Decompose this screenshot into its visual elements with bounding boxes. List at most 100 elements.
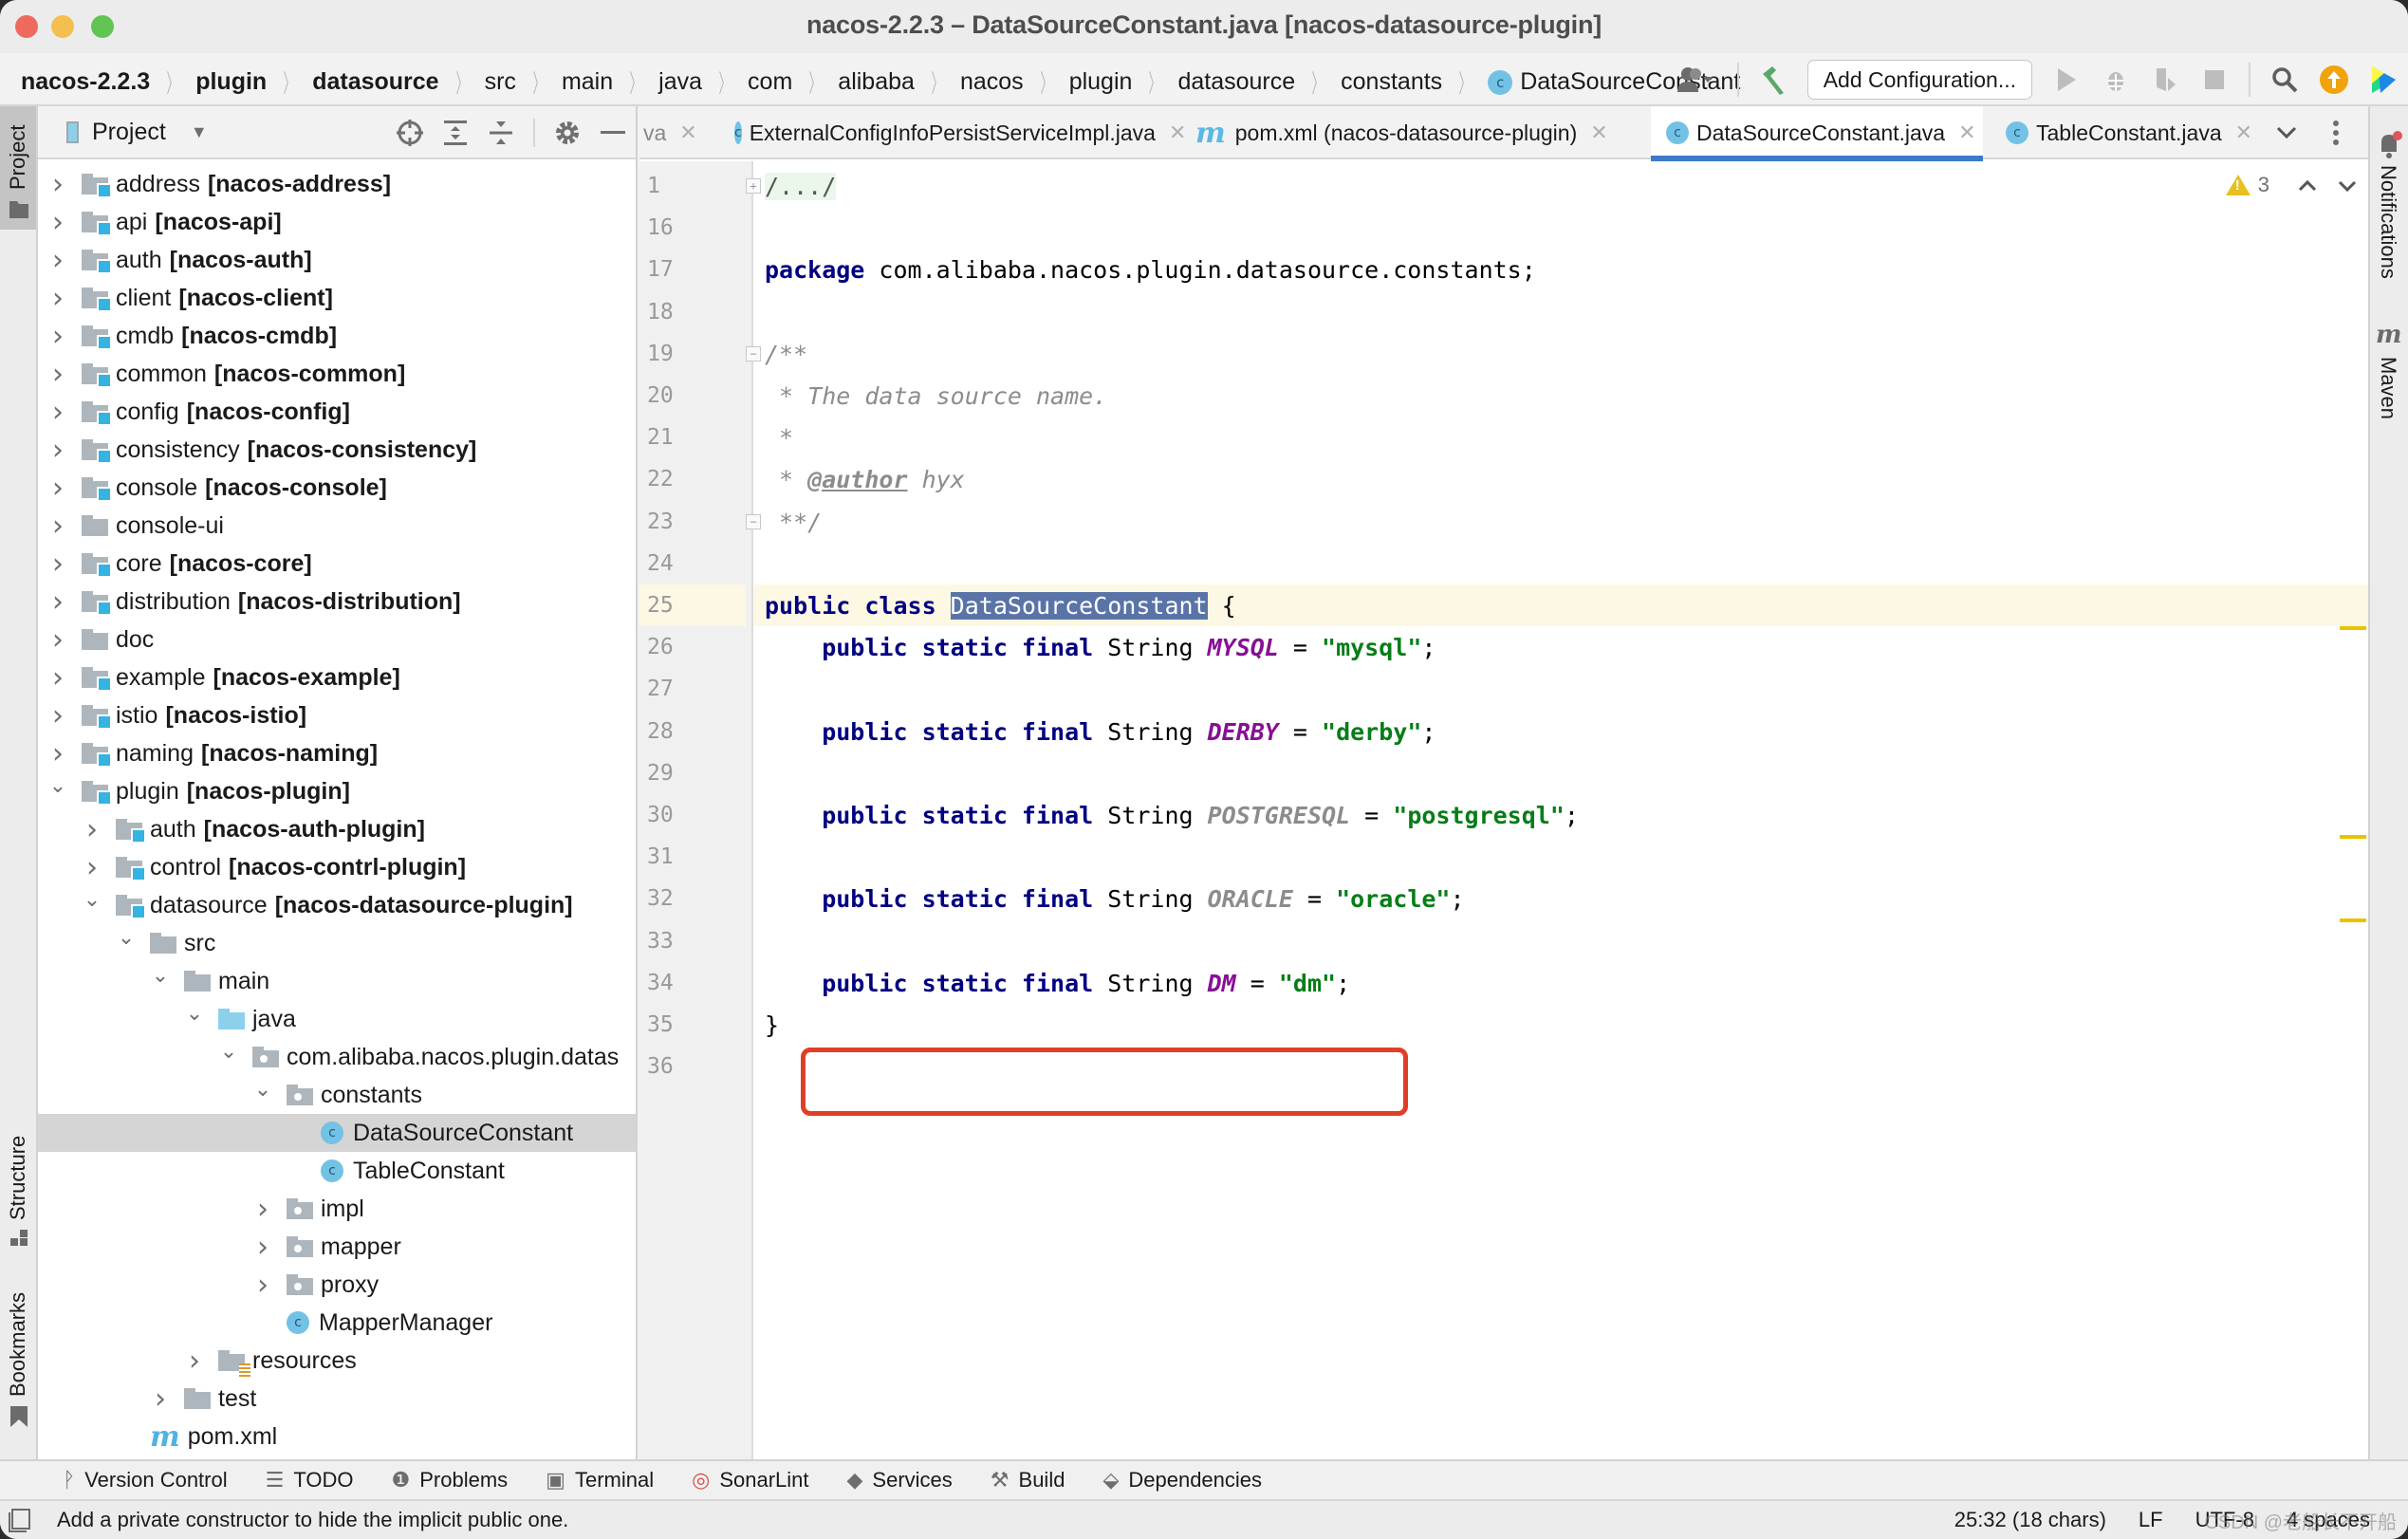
chevron-down-icon[interactable]: ⌄ [47,774,68,798]
stop-icon[interactable] [2195,61,2233,99]
tree-item[interactable]: › console-ui [38,507,636,545]
editor-tab[interactable]: c ExternalConfigInfoPersistServiceImpl.ja… [719,106,1186,159]
line-number[interactable]: 17 [647,249,704,290]
line-number[interactable]: 25 [639,584,746,626]
chevron-right-icon[interactable]: › [47,434,68,467]
build-hammer-icon[interactable] [1754,61,1792,99]
line-number[interactable]: 35 [647,1004,704,1046]
close-tab-icon[interactable]: ✕ [1590,121,1607,145]
chevron-right-icon[interactable]: › [47,661,68,695]
chevron-right-icon[interactable]: › [47,472,68,505]
tree-item[interactable]: › common [nacos-common] [38,355,636,393]
tree-item[interactable]: › console [nacos-console] [38,469,636,507]
code-line[interactable]: public static final String DERBY = "derb… [753,711,2368,752]
chevron-down-icon[interactable]: ⌄ [150,964,171,988]
breadcrumb-item[interactable]: datasource [1177,68,1295,96]
line-number[interactable]: 30 [647,794,704,836]
run-icon[interactable] [2047,61,2085,99]
notifications-tool-button[interactable]: Notifications [2370,116,2408,296]
toggle-tool-windows-icon[interactable] [8,1509,32,1533]
chevron-right-icon[interactable]: › [82,813,102,846]
user-account-icon[interactable] [1669,61,1722,99]
tree-item[interactable]: › impl [38,1190,636,1228]
line-number[interactable]: 24 [647,543,704,584]
code-line[interactable]: public static final String POSTGRESQL = … [753,794,2368,836]
tool-window-button[interactable]: ❶ Problems [392,1468,509,1493]
line-number[interactable]: 18 [647,291,704,333]
gear-icon[interactable] [549,114,585,152]
tree-item[interactable]: › address [nacos-address] [38,165,636,203]
line-number[interactable]: 22 [647,458,704,500]
code-line[interactable]: public class DataSourceConstant { [753,584,2368,626]
line-number[interactable]: 1 [647,165,704,207]
project-view-selector[interactable]: Project ▼ [66,119,208,146]
tree-item[interactable]: › core [nacos-core] [38,545,636,583]
breadcrumb-item[interactable]: plugin [195,68,267,96]
tree-item[interactable]: › distribution [nacos-distribution] [38,583,636,621]
chevron-down-icon[interactable]: ⌄ [218,1040,239,1064]
line-number[interactable]: 20 [647,375,704,417]
chevron-right-icon[interactable]: › [47,282,68,315]
line-number[interactable]: 36 [647,1046,704,1087]
code-line[interactable] [753,207,2368,249]
chevron-right-icon[interactable]: › [47,206,68,239]
breadcrumb-item[interactable]: com [748,68,792,96]
code-line[interactable] [753,291,2368,333]
tree-item[interactable]: › consistency [nacos-consistency] [38,431,636,469]
tool-window-button[interactable]: ▣ Terminal [546,1468,654,1493]
chevron-right-icon[interactable]: › [47,585,68,619]
chevron-down-icon[interactable]: ⌄ [82,888,102,912]
code-line[interactable]: −/** [746,333,2368,375]
chevron-down-icon[interactable]: ⌄ [252,1078,273,1102]
tree-item[interactable]: ⌄ com.alibaba.nacos.plugin.datas [38,1038,636,1076]
project-tool-button[interactable]: Project [0,106,36,230]
breadcrumb-item[interactable]: alibaba [838,68,915,96]
next-highlight-icon[interactable] [2338,173,2357,197]
tree-item[interactable]: m pom.xml [38,1418,636,1456]
coverage-icon[interactable] [2146,61,2184,99]
editor-tab[interactable]: va ✕ [639,106,713,159]
line-number[interactable]: 27 [647,668,704,710]
breadcrumb-item[interactable]: java [658,68,702,96]
code-line[interactable]: } [753,1004,2368,1046]
more-options-icon[interactable] [2317,114,2355,152]
tree-item[interactable]: c MapperManager [38,1304,636,1342]
tool-window-button[interactable]: ◎ SonarLint [692,1468,808,1493]
tool-window-button[interactable]: ☰ TODO [266,1468,354,1493]
code-line[interactable]: public static final String DM = "dm"; [753,962,2368,1004]
tree-item[interactable]: › control [nacos-contrl-plugin] [38,848,636,886]
previous-highlight-icon[interactable] [2298,173,2317,197]
tree-item[interactable]: c DataSourceConstant [38,1114,636,1152]
tree-item[interactable]: › cmdb [nacos-cmdb] [38,317,636,355]
collapse-all-icon[interactable] [483,114,519,152]
editor-tab[interactable]: c TableConstant.java ✕ [1991,106,2275,159]
chevron-right-icon[interactable]: › [47,168,68,201]
chevron-right-icon[interactable]: › [47,358,68,391]
close-tab-icon[interactable]: ✕ [679,121,696,145]
code-editor[interactable]: +/.../ package com.alibaba.nacos.plugin.d… [746,161,2368,1459]
code-line[interactable] [753,836,2368,878]
tree-item[interactable]: › naming [nacos-naming] [38,734,636,772]
chevron-right-icon[interactable]: › [47,244,68,277]
hide-panel-icon[interactable] [595,114,631,152]
code-line[interactable]: package com.alibaba.nacos.plugin.datasou… [753,249,2368,290]
code-with-me-icon[interactable] [2364,61,2402,99]
chevron-right-icon[interactable]: › [47,320,68,353]
chevron-right-icon[interactable]: › [82,851,102,884]
code-line[interactable]: * @author hyx [753,458,2368,500]
bookmarks-tool-button[interactable]: Bookmarks [0,1273,36,1435]
breadcrumb-item[interactable]: plugin [1069,68,1133,96]
search-icon[interactable] [2266,61,2304,99]
error-stripe-marker[interactable] [2340,835,2366,839]
line-number[interactable]: 26 [647,626,704,668]
line-number[interactable]: 31 [647,836,704,878]
chevron-right-icon[interactable]: › [47,737,68,770]
line-number[interactable]: 33 [647,920,704,962]
tree-item[interactable]: › config [nacos-config] [38,393,636,431]
chevron-right-icon[interactable]: › [47,547,68,581]
close-tab-icon[interactable]: ✕ [1958,121,1975,145]
tree-item[interactable]: › auth [nacos-auth-plugin] [38,810,636,848]
chevron-right-icon[interactable]: › [47,623,68,657]
editor-tab[interactable]: m pom.xml (nacos-datasource-plugin) ✕ [1180,106,1636,159]
debug-icon[interactable] [2097,61,2135,99]
